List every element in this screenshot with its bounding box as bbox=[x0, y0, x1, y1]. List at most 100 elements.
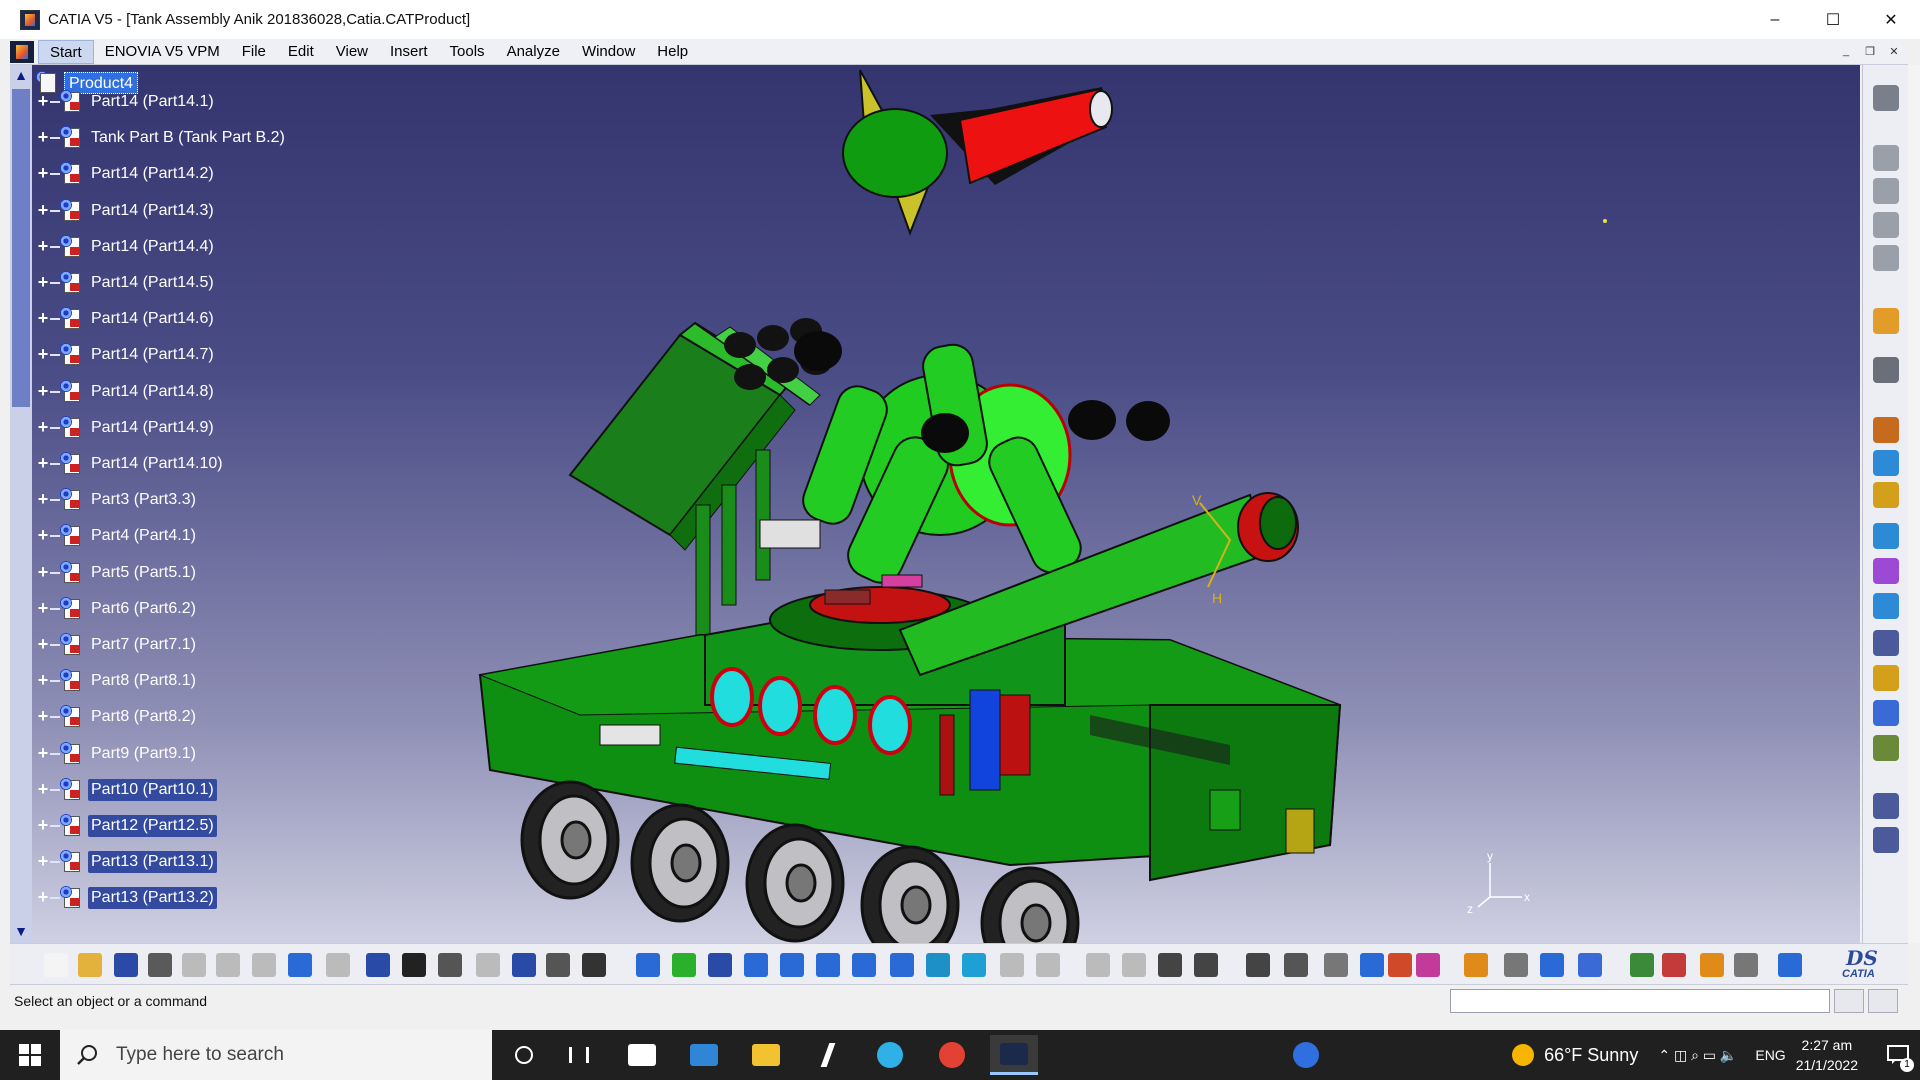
expand-icon[interactable]: + bbox=[36, 418, 50, 436]
tree-node-label[interactable]: Part12 (Part12.5) bbox=[88, 815, 217, 837]
tree-node[interactable]: + Part14 (Part14.6) bbox=[36, 304, 217, 334]
right-toolbar-icon[interactable] bbox=[1873, 523, 1899, 549]
tree-node-label[interactable]: Part4 (Part4.1) bbox=[88, 525, 199, 547]
toolbar-icon[interactable] bbox=[926, 953, 950, 977]
tree-node[interactable]: + Part8 (Part8.2) bbox=[36, 702, 199, 732]
menu-tools[interactable]: Tools bbox=[439, 40, 496, 64]
toolbar-icon[interactable] bbox=[78, 953, 102, 977]
tree-scrollbar[interactable]: ▲ ▼ bbox=[10, 65, 32, 943]
tree-node[interactable]: + Part14 (Part14.9) bbox=[36, 413, 217, 443]
toolbar-icon[interactable] bbox=[1324, 953, 1348, 977]
right-toolbar-icon[interactable] bbox=[1873, 700, 1899, 726]
expand-icon[interactable]: + bbox=[36, 237, 50, 255]
right-toolbar-icon[interactable] bbox=[1873, 178, 1899, 204]
tree-node-label[interactable]: Part14 (Part14.4) bbox=[88, 236, 217, 258]
chrome-icon[interactable] bbox=[928, 1035, 976, 1075]
right-toolbar-icon[interactable] bbox=[1873, 593, 1899, 619]
toolbar-icon[interactable] bbox=[148, 953, 172, 977]
tree-node[interactable]: + Part7 (Part7.1) bbox=[36, 630, 199, 660]
menu-enovia[interactable]: ENOVIA V5 VPM bbox=[94, 40, 231, 64]
tree-node-label[interactable]: Part14 (Part14.2) bbox=[88, 163, 217, 185]
taskbar-clock[interactable]: 2:27 am 21/1/2022 bbox=[1796, 1035, 1858, 1075]
expand-icon[interactable]: + bbox=[36, 490, 50, 508]
edge-icon[interactable] bbox=[866, 1035, 914, 1075]
expand-icon[interactable]: + bbox=[36, 744, 50, 762]
tray-icons[interactable]: ⌃ ◫ ⌕ ▭ 🔈 bbox=[1658, 1047, 1737, 1064]
3d-viewport[interactable]: ▲ ▼ Product4 + Part14 (Part14.1) + Tank Par… bbox=[10, 65, 1860, 943]
tree-node[interactable]: + Part14 (Part14.7) bbox=[36, 340, 217, 370]
tree-node-label[interactable]: Tank Part B (Tank Part B.2) bbox=[88, 127, 288, 149]
tree-node-label[interactable]: Part6 (Part6.2) bbox=[88, 598, 199, 620]
toolbar-icon[interactable] bbox=[546, 953, 570, 977]
toolbar-icon[interactable] bbox=[1000, 953, 1024, 977]
tree-node-label[interactable]: Part14 (Part14.10) bbox=[88, 453, 226, 475]
toolbar-icon[interactable] bbox=[852, 953, 876, 977]
right-toolbar-icon[interactable] bbox=[1873, 793, 1899, 819]
app-icon[interactable] bbox=[804, 1035, 852, 1075]
task-view-icon[interactable] bbox=[555, 1035, 603, 1075]
tree-node[interactable]: + Part10 (Part10.1) bbox=[36, 775, 217, 805]
toolbar-icon[interactable] bbox=[1194, 953, 1218, 977]
doc-restore-button[interactable]: ❐ bbox=[1860, 41, 1880, 61]
tree-node-label[interactable]: Part14 (Part14.6) bbox=[88, 308, 217, 330]
power-input-search-button[interactable] bbox=[1868, 989, 1898, 1013]
expand-icon[interactable]: + bbox=[36, 164, 50, 182]
tree-node-label[interactable]: Part14 (Part14.7) bbox=[88, 344, 217, 366]
toolbar-icon[interactable] bbox=[1700, 953, 1724, 977]
expand-icon[interactable]: + bbox=[36, 382, 50, 400]
toolbar-icon[interactable] bbox=[816, 953, 840, 977]
help-icon[interactable] bbox=[1282, 1035, 1330, 1075]
taskbar-search-box[interactable]: Type here to search bbox=[60, 1030, 492, 1080]
power-input-button[interactable] bbox=[1834, 989, 1864, 1013]
tree-node-label[interactable]: Part5 (Part5.1) bbox=[88, 562, 199, 584]
toolbar-icon[interactable] bbox=[1416, 953, 1440, 977]
toolbar-icon[interactable] bbox=[1504, 953, 1528, 977]
doc-close-button[interactable]: ✕ bbox=[1884, 41, 1904, 61]
expand-icon[interactable]: + bbox=[36, 201, 50, 219]
expand-icon[interactable]: + bbox=[36, 671, 50, 689]
file-explorer-icon[interactable] bbox=[742, 1035, 790, 1075]
menu-file[interactable]: File bbox=[231, 40, 277, 64]
toolbar-icon[interactable] bbox=[672, 953, 696, 977]
toolbar-icon[interactable] bbox=[1246, 953, 1270, 977]
right-toolbar-icon[interactable] bbox=[1873, 630, 1899, 656]
toolbar-icon[interactable] bbox=[582, 953, 606, 977]
toolbar-icon[interactable] bbox=[744, 953, 768, 977]
scroll-up-arrow[interactable]: ▲ bbox=[13, 67, 29, 83]
expand-icon[interactable]: + bbox=[36, 816, 50, 834]
tree-node-label[interactable]: Part8 (Part8.2) bbox=[88, 706, 199, 728]
menu-edit[interactable]: Edit bbox=[277, 40, 325, 64]
toolbar-icon[interactable] bbox=[366, 953, 390, 977]
tree-node-label[interactable]: Part14 (Part14.1) bbox=[88, 91, 217, 113]
scroll-down-arrow[interactable]: ▼ bbox=[13, 923, 29, 939]
menu-insert[interactable]: Insert bbox=[379, 40, 439, 64]
windows-start-button[interactable] bbox=[0, 1030, 60, 1080]
toolbar-icon[interactable] bbox=[438, 953, 462, 977]
expand-icon[interactable]: + bbox=[36, 128, 50, 146]
tree-node-label[interactable]: Part9 (Part9.1) bbox=[88, 743, 199, 765]
toolbar-icon[interactable] bbox=[890, 953, 914, 977]
power-input-field[interactable] bbox=[1450, 989, 1830, 1013]
toolbar-icon[interactable] bbox=[1158, 953, 1182, 977]
tree-node[interactable]: + Part6 (Part6.2) bbox=[36, 594, 199, 624]
tree-node[interactable]: + Part8 (Part8.1) bbox=[36, 666, 199, 696]
tree-node[interactable]: + Part14 (Part14.3) bbox=[36, 196, 217, 226]
menu-analyze[interactable]: Analyze bbox=[496, 40, 571, 64]
tree-node-label[interactable]: Part13 (Part13.1) bbox=[88, 851, 217, 874]
expand-icon[interactable]: + bbox=[36, 707, 50, 725]
right-toolbar-icon[interactable] bbox=[1873, 558, 1899, 584]
toolbar-icon[interactable] bbox=[1388, 953, 1412, 977]
tree-node-label[interactable]: Part14 (Part14.3) bbox=[88, 200, 217, 222]
tree-node-label[interactable]: Part10 (Part10.1) bbox=[88, 778, 217, 801]
minimize-button[interactable]: – bbox=[1746, 0, 1804, 39]
menu-help[interactable]: Help bbox=[646, 40, 699, 64]
toolbar-icon[interactable] bbox=[44, 953, 68, 977]
toolbar-icon[interactable] bbox=[114, 953, 138, 977]
tree-node[interactable]: + Part12 (Part12.5) bbox=[36, 811, 217, 841]
toolbar-icon[interactable] bbox=[1464, 953, 1488, 977]
right-toolbar-icon[interactable] bbox=[1873, 85, 1899, 111]
cortana-icon[interactable] bbox=[500, 1035, 548, 1075]
tree-node[interactable]: + Part14 (Part14.10) bbox=[36, 449, 226, 479]
tree-node[interactable]: + Part13 (Part13.2) bbox=[36, 883, 217, 913]
expand-icon[interactable]: + bbox=[36, 454, 50, 472]
